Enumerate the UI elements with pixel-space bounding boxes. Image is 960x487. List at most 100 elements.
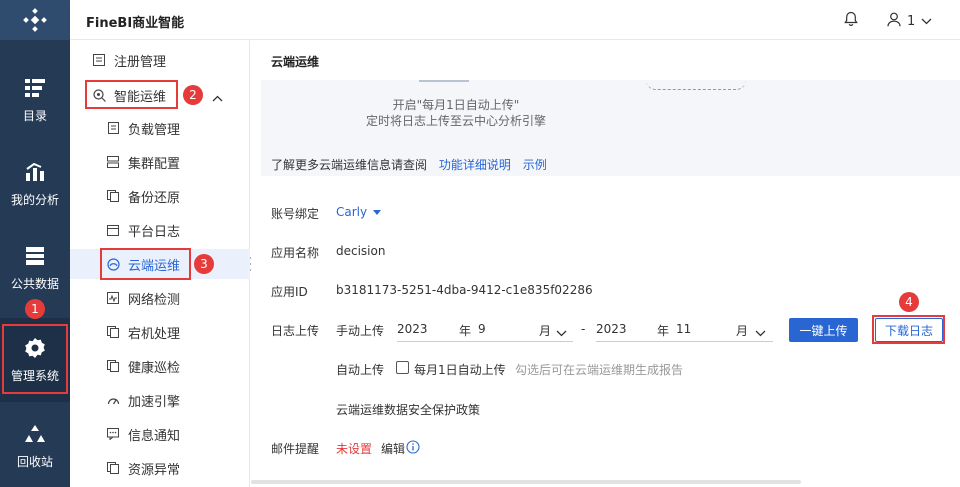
nav-item-label: 资源异常 <box>128 462 181 478</box>
bell-icon[interactable] <box>843 11 859 30</box>
auto-upload-checkbox[interactable] <box>396 361 409 374</box>
mail-edit-link[interactable]: 编辑 <box>381 440 405 457</box>
nav-item-resource[interactable]: 资源异常 <box>70 453 250 483</box>
banner-illustration <box>646 80 746 90</box>
rail-item-label: 公共数据 <box>10 276 59 291</box>
app-id-label: 应用ID <box>271 285 308 299</box>
top-bar: FineBI商业智能 1 <box>70 0 960 40</box>
learn-more-text: 了解更多云端运维信息请查阅 <box>271 158 428 172</box>
catalog-icon <box>24 77 46 99</box>
copy-icon <box>106 189 120 203</box>
highlight-box <box>872 315 945 344</box>
left-rail: 目录 我的分析 公共数据 管理系统 回收站 <box>0 0 70 487</box>
nav-item-health[interactable]: 健康巡检 <box>70 351 250 381</box>
nav-item-label: 集群配置 <box>128 156 181 172</box>
highlight-box <box>85 80 178 109</box>
highlight-box <box>2 324 68 394</box>
nav-item-label: 宕机处理 <box>128 326 181 342</box>
nav-item-label: 健康巡检 <box>128 360 181 376</box>
month-unit: 月 <box>736 324 749 338</box>
highlight-box <box>100 248 191 280</box>
learn-more-row: 了解更多云端运维信息请查阅 功能详细说明 示例 <box>271 156 547 173</box>
rail-item-label: 目录 <box>22 108 47 123</box>
nav-item-notification[interactable]: 信息通知 <box>70 419 250 449</box>
recycle-icon <box>24 423 46 445</box>
calendar-icon <box>106 223 120 237</box>
copy-icon <box>106 359 120 373</box>
step-badge-4: 4 <box>899 292 919 312</box>
rail-item-recycle[interactable]: 回收站 <box>0 404 70 487</box>
copy-icon <box>106 461 120 475</box>
message-icon <box>106 427 120 441</box>
mail-label: 邮件提醒 <box>271 442 320 456</box>
account-select[interactable]: Carly <box>336 205 382 219</box>
log-upload-label: 日志上传 <box>271 324 320 338</box>
feature-doc-link[interactable]: 功能详细说明 <box>439 158 511 172</box>
auto-upload-checkbox-label[interactable]: 每月1日自动上传 <box>414 361 506 378</box>
nav-item-label: 网络检测 <box>128 292 181 308</box>
user-name: 1 <box>907 14 916 29</box>
start-year: 2023 <box>397 322 428 336</box>
start-month: 9 <box>478 322 486 336</box>
nav-item-backup[interactable]: 备份还原 <box>70 181 250 211</box>
chart-icon <box>24 161 46 183</box>
register-icon <box>92 53 106 67</box>
step-badge-1: 1 <box>25 299 45 319</box>
nav-item-label: 信息通知 <box>128 428 181 444</box>
secondary-sidebar: 注册管理 智能运维 2 负载管理 集群配置 备份还原 平台日志 云端运维 3 网… <box>70 40 250 487</box>
nav-item-label: 注册管理 <box>114 54 167 70</box>
rail-item-management[interactable]: 管理系统 <box>0 318 70 402</box>
start-date-picker[interactable]: 2023 年 9 月 <box>397 318 573 342</box>
nav-item-load[interactable]: 负载管理 <box>70 113 250 143</box>
nav-item-cluster[interactable]: 集群配置 <box>70 147 250 177</box>
example-link[interactable]: 示例 <box>523 158 547 172</box>
nav-item-label: 加速引擎 <box>128 394 181 410</box>
rail-item-label: 我的分析 <box>10 192 59 207</box>
manual-upload-label: 手动上传 <box>336 324 385 338</box>
banner-caption-1: 开启"每月1日自动上传" <box>392 98 520 112</box>
month-unit: 月 <box>539 324 552 338</box>
step-badge-2: 2 <box>183 85 203 105</box>
app-title: FineBI商业智能 <box>86 16 185 31</box>
chevron-down-icon <box>556 326 567 340</box>
app-name-value: decision <box>336 244 386 258</box>
info-icon[interactable] <box>406 440 420 457</box>
auto-upload-label: 自动上传 <box>336 363 385 377</box>
step-badge-3: 3 <box>194 254 214 274</box>
mail-status: 未设置 <box>336 442 373 456</box>
nav-item-registration[interactable]: 注册管理 <box>70 45 250 75</box>
finebi-logo-icon <box>23 8 47 32</box>
copy-icon <box>106 325 120 339</box>
nav-item-label: 备份还原 <box>128 190 181 206</box>
rail-item-catalog[interactable]: 目录 <box>0 58 70 142</box>
chevron-down-icon <box>755 326 766 340</box>
one-click-upload-button[interactable]: 一键上传 <box>789 318 858 342</box>
speedometer-icon <box>106 393 120 407</box>
rail-item-public-data[interactable]: 公共数据 <box>0 226 70 310</box>
chevron-down-icon <box>921 14 932 29</box>
nav-item-accelerate[interactable]: 加速引擎 <box>70 385 250 415</box>
auto-upload-hint: 勾选后可在云端运维期生成报告 <box>515 363 684 377</box>
app-logo[interactable] <box>0 0 70 40</box>
rail-item-label: 回收站 <box>16 454 53 469</box>
banner-caption-2: 定时将日志上传至云中心分析引擎 <box>365 114 546 128</box>
pulse-icon <box>106 291 120 305</box>
nav-item-network[interactable]: 网络检测 <box>70 283 250 313</box>
page-title: 云端运维 <box>271 55 320 69</box>
database-icon <box>24 245 46 267</box>
end-year: 2023 <box>596 322 627 336</box>
chevron-up-icon <box>212 91 223 106</box>
account-value: Carly <box>336 205 368 219</box>
privacy-policy-link[interactable]: 云端运维数据安全保护政策 <box>336 401 480 418</box>
user-menu[interactable]: 1 <box>887 12 932 31</box>
end-date-picker[interactable]: 2023 年 11 月 <box>596 318 773 342</box>
date-separator: - <box>581 322 586 336</box>
year-unit: 年 <box>657 324 670 338</box>
rail-item-my-analysis[interactable]: 我的分析 <box>0 142 70 226</box>
nav-item-label: 负载管理 <box>128 122 181 138</box>
horizontal-scrollbar[interactable] <box>251 480 801 484</box>
server-icon <box>106 155 120 169</box>
nav-item-crash[interactable]: 宕机处理 <box>70 317 250 347</box>
nav-item-platform-log[interactable]: 平台日志 <box>70 215 250 245</box>
user-icon <box>887 12 901 31</box>
